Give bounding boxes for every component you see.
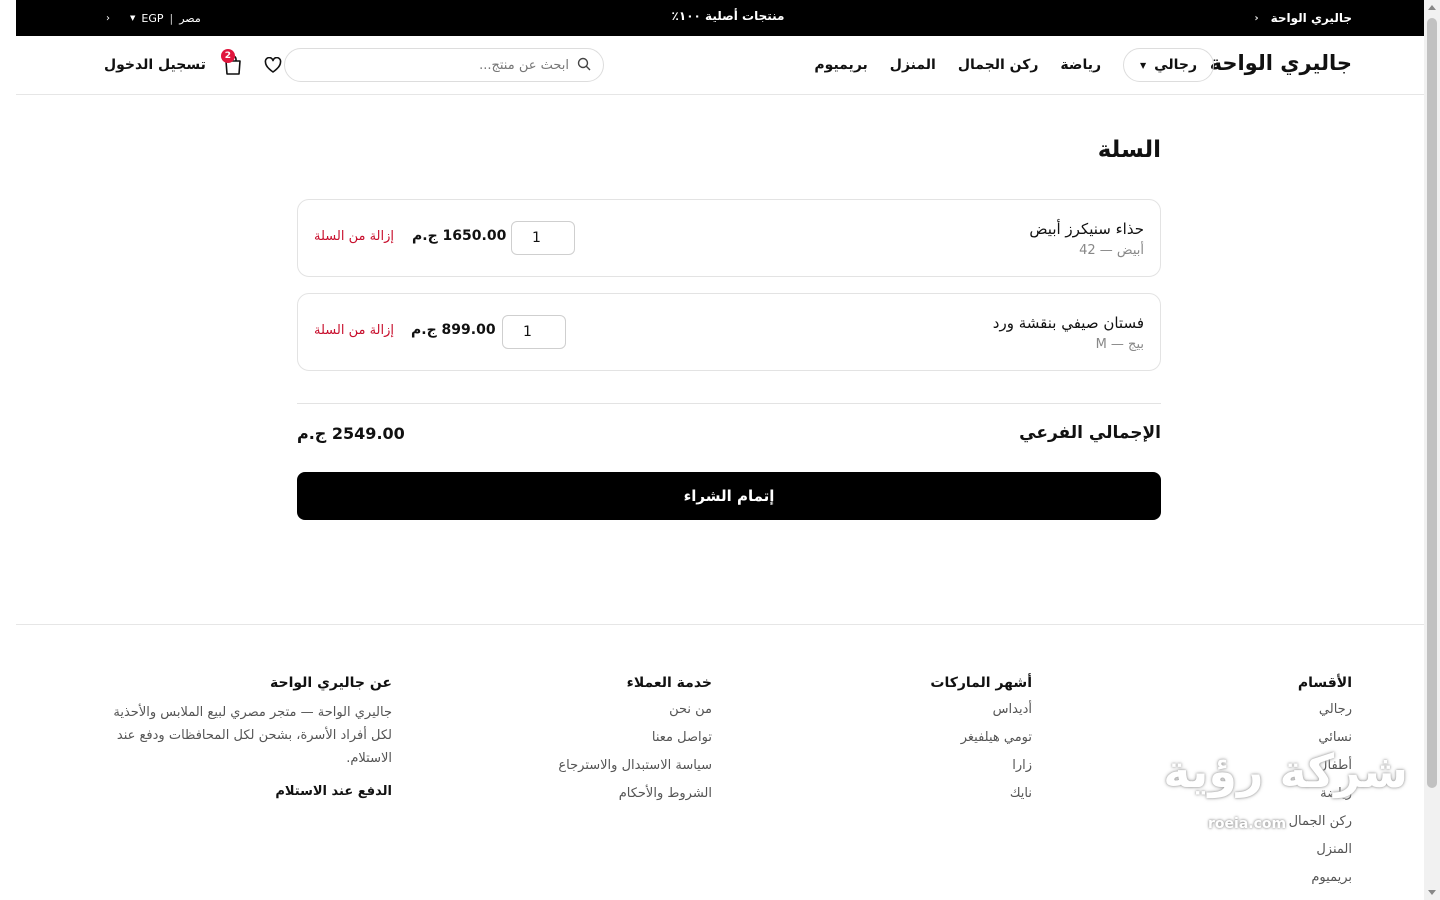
footer-link[interactable]: أديداس: [812, 701, 1032, 729]
remove-from-cart-button[interactable]: إزالة من السلة: [314, 229, 394, 244]
footer-link[interactable]: نسائي: [1132, 729, 1352, 757]
nav-dropdown-label: رجالي: [1154, 57, 1197, 73]
header-actions: تسجيل الدخول 2: [104, 48, 290, 82]
heart-icon: [264, 57, 282, 73]
cart-item-price: 899.00 ج.م: [411, 322, 496, 338]
scroll-down-icon[interactable]: [1428, 890, 1436, 895]
cart-item: حذاء سنيكرز أبيض أبيض — 42 1650.00 ج.م إ…: [297, 199, 1161, 277]
page: جاليري الواحة ‹ منتجات أصلية ١٠٠٪ مصر | …: [16, 0, 1440, 900]
footer-heading: خدمة العملاء: [626, 675, 712, 691]
footer-link[interactable]: بريميوم: [1132, 869, 1352, 897]
chevron-left-small-icon[interactable]: ‹: [106, 13, 110, 24]
country-label: مصر: [179, 11, 201, 25]
login-link[interactable]: تسجيل الدخول: [104, 57, 206, 73]
footer-customer-service: خدمة العملاء من نحن تواصل معنا سياسة الا…: [492, 675, 712, 813]
currency-label: EGP: [141, 11, 164, 25]
cart-button[interactable]: 2: [216, 48, 250, 82]
cart-item-variant: أبيض — 42: [1079, 243, 1144, 258]
page-title: السلة: [1097, 137, 1161, 163]
topbar-brand: جاليري الواحة: [1270, 11, 1352, 25]
footer-link[interactable]: رياضة: [1132, 785, 1352, 813]
announcement-bar: جاليري الواحة ‹ منتجات أصلية ١٠٠٪ مصر | …: [16, 0, 1440, 36]
cart-count-badge: 2: [220, 49, 235, 63]
nav-item-home[interactable]: المنزل: [890, 57, 936, 73]
nav-item-premium[interactable]: بريميوم: [814, 57, 867, 73]
footer-heading: أشهر الماركات: [930, 675, 1032, 691]
nav-item-beauty[interactable]: ركن الجمال: [958, 57, 1039, 73]
footer-link[interactable]: تومي هيلفيغر: [812, 729, 1032, 757]
footer-about: عن جاليري الواحة جاليري الواحة — متجر مص…: [92, 675, 392, 803]
footer-link[interactable]: سياسة الاستبدال والاسترجاع: [492, 757, 712, 785]
footer-link[interactable]: زارا: [812, 757, 1032, 785]
site-logo[interactable]: جاليري الواحة: [1210, 51, 1352, 75]
cart-item-price: 1650.00 ج.م: [412, 228, 507, 244]
cart-item-variant: بيج — M: [1095, 337, 1144, 352]
quantity-input[interactable]: [511, 221, 575, 255]
caret-down-icon: ▼: [1140, 60, 1147, 70]
site-footer: الأقسام رجالي نسائي أطفال رياضة ركن الجم…: [16, 624, 1440, 900]
footer-cod-note: الدفع عند الاستلام: [275, 784, 392, 799]
nav-dropdown-men[interactable]: رجالي ▼: [1123, 48, 1214, 82]
search-input[interactable]: [297, 57, 569, 73]
site-header: جاليري الواحة رجالي ▼ رياضة ركن الجمال ا…: [16, 36, 1440, 95]
nav-item-sports[interactable]: رياضة: [1060, 57, 1101, 73]
subtotal-value: 2549.00 ج.م: [297, 424, 405, 443]
footer-link[interactable]: ركن الجمال: [1132, 813, 1352, 841]
checkout-button[interactable]: إتمام الشراء: [297, 472, 1161, 520]
footer-link[interactable]: رجالي: [1132, 701, 1352, 729]
scroll-up-icon[interactable]: [1428, 5, 1436, 10]
caret-down-icon: ▼: [130, 14, 136, 22]
footer-heading: الأقسام: [1297, 675, 1352, 691]
footer-link[interactable]: الشروط والأحكام: [492, 785, 712, 813]
footer-link[interactable]: نايك: [812, 785, 1032, 813]
locale-separator: |: [169, 11, 174, 25]
footer-categories: الأقسام رجالي نسائي أطفال رياضة ركن الجم…: [1132, 675, 1352, 897]
footer-link[interactable]: المنزل: [1132, 841, 1352, 869]
remove-from-cart-button[interactable]: إزالة من السلة: [314, 323, 394, 338]
quantity-input[interactable]: [502, 315, 566, 349]
search-icon[interactable]: [577, 56, 591, 75]
subtotal-label: الإجمالي الفرعي: [1019, 423, 1161, 443]
chevron-left-icon: ‹: [1254, 12, 1259, 24]
announcement-text: منتجات أصلية ١٠٠٪: [671, 9, 785, 23]
search-box: [284, 48, 604, 82]
footer-brands: أشهر الماركات أديداس تومي هيلفيغر زارا ن…: [812, 675, 1032, 813]
cart-item-name[interactable]: حذاء سنيكرز أبيض: [1029, 220, 1144, 238]
footer-link[interactable]: تواصل معنا: [492, 729, 712, 757]
footer-about-text: جاليري الواحة — متجر مصري لبيع الملابس و…: [113, 705, 392, 766]
main-nav: رجالي ▼ رياضة ركن الجمال المنزل بريميوم: [814, 48, 1214, 82]
cart-item: فستان صيفي بنقشة ورد بيج — M 899.00 ج.م …: [297, 293, 1161, 371]
footer-heading: عن جاليري الواحة: [270, 675, 392, 691]
wishlist-button[interactable]: [256, 48, 290, 82]
topbar-brand-link[interactable]: جاليري الواحة ‹: [1254, 0, 1352, 36]
footer-link[interactable]: أطفال: [1132, 757, 1352, 785]
footer-link[interactable]: من نحن: [492, 701, 712, 729]
cart-item-name[interactable]: فستان صيفي بنقشة ورد: [993, 314, 1144, 332]
locale-selector[interactable]: مصر | EGP ▼ ‹: [106, 0, 201, 36]
divider: [297, 403, 1161, 404]
scrollbar-thumb[interactable]: [1427, 18, 1437, 788]
page-scrollbar[interactable]: [1424, 0, 1440, 900]
